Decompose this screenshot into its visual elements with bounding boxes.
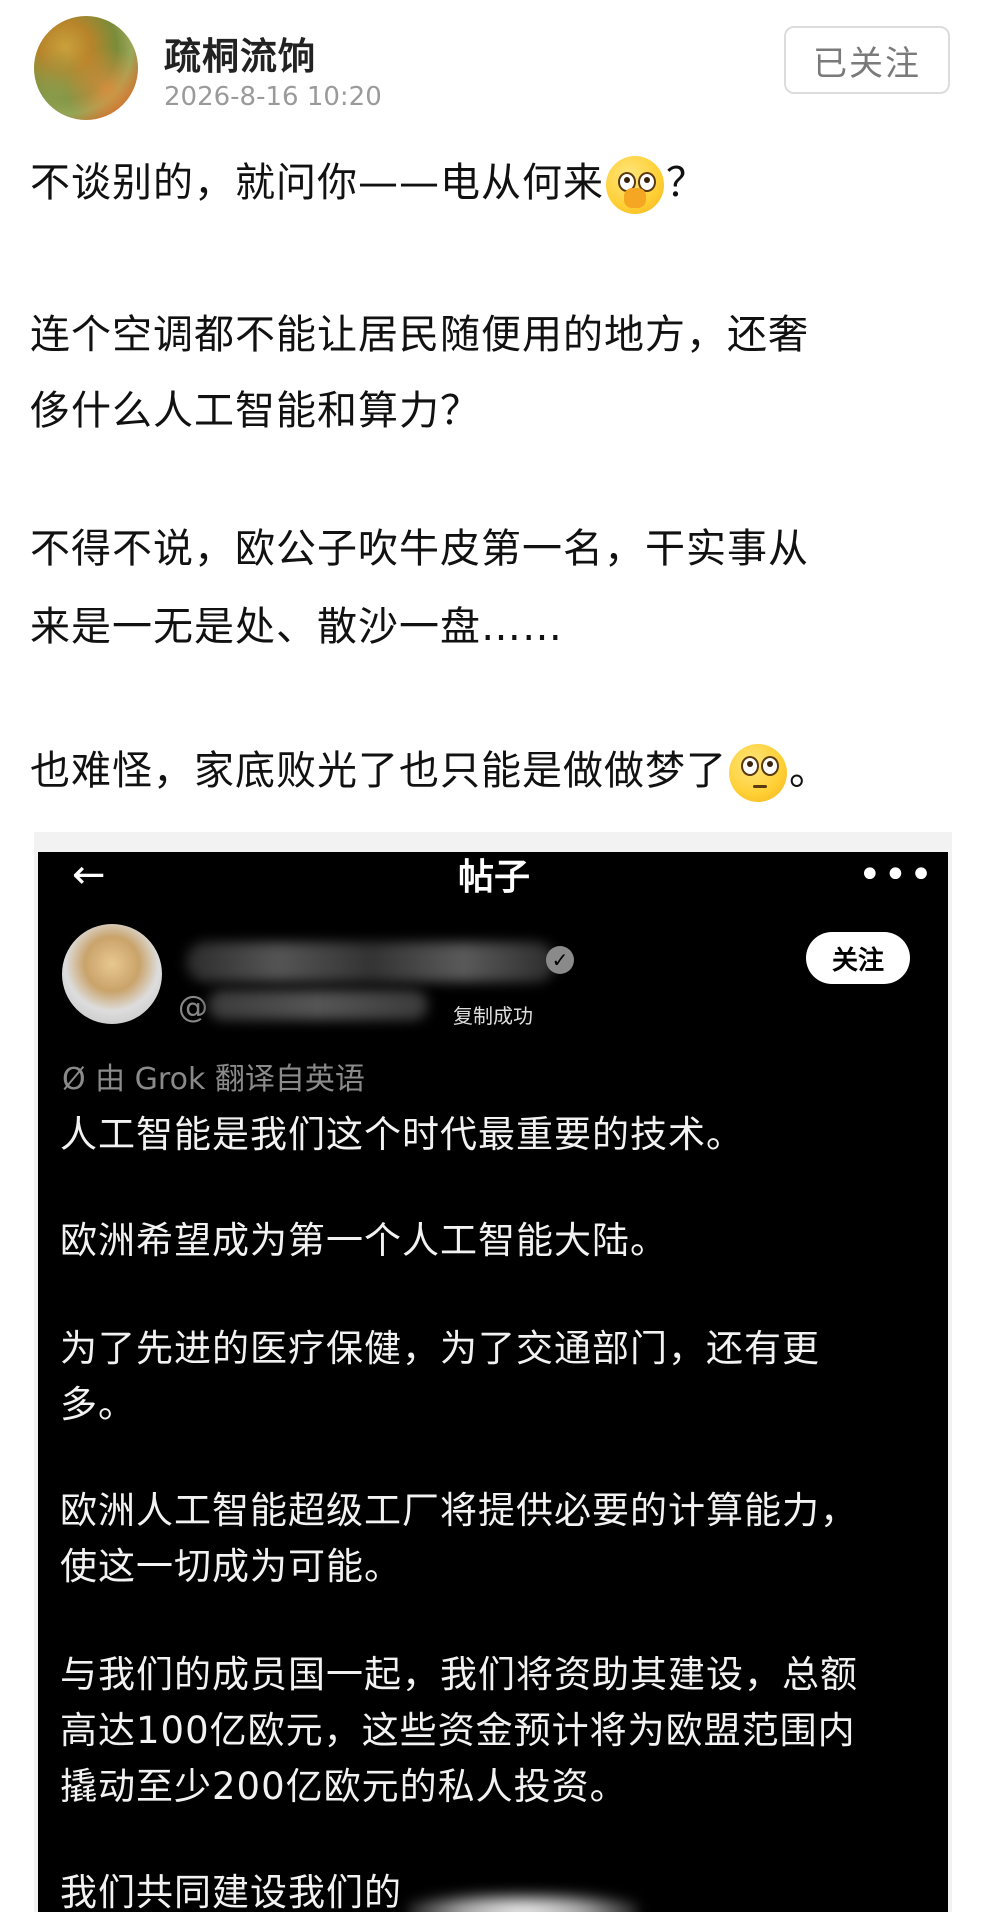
blurred-handle [208,990,428,1020]
embedded-follow-button: 关注 [806,932,910,984]
post-text: ？ [666,160,707,206]
embedded-screenshot[interactable]: ← 帖子 ••• ✓ @ 复制成功 关注 Ø 由 Grok 翻译自英语 人工智能… [38,852,948,1912]
translation-note: Ø 由 Grok 翻译自英语 [62,1062,365,1097]
post-line-1: 不谈别的，就问你——电从何来 ？ [30,150,707,214]
following-button[interactable]: 已关注 [784,26,950,94]
embedded-line: 多。 [60,1383,136,1426]
embedded-line: 与我们的成员国一起，我们将资助其建设，总额 [60,1653,858,1696]
copied-toast: 复制成功 [453,1004,533,1028]
back-arrow-icon: ← [72,852,106,898]
post-text: 。 [789,748,830,794]
embedded-line: 欧洲人工智能超级工厂将提供必要的计算能力， [60,1489,858,1532]
blurred-name [186,942,556,982]
post-line-2: 连个空调都不能让居民随便用的地方，还奢 [30,312,809,358]
embedded-line: 高达100亿欧元，这些资金预计将为欧盟范围内 [60,1709,856,1752]
embedded-line: 为了先进的医疗保健，为了交通部门，还有更 [60,1327,820,1370]
user-avatar[interactable] [34,16,138,120]
verified-icon: ✓ [546,946,574,974]
embedded-line: 人工智能是我们这个时代最重要的技术。 [60,1113,744,1156]
shushing-face-icon [606,156,664,214]
post-timestamp: 2026-8-16 10:20 [164,82,382,112]
embedded-line: 我们共同建设我们的 [60,1871,402,1912]
blurred-text [408,1892,638,1912]
post-line-3: 侈什么人工智能和算力？ [30,388,481,434]
handle-prefix: @ [178,990,208,1025]
post-line-4: 不得不说，欧公子吹牛皮第一名，干实事从 [30,526,809,572]
post-text: 也难怪，家底败光了也只能是做做梦了 [30,748,727,794]
post-line-6: 也难怪，家底败光了也只能是做做梦了 。 [30,738,830,802]
post-line-5: 来是一无是处、散沙一盘…… [30,604,563,650]
eye-roll-face-icon [729,744,787,802]
embedded-line: 欧洲希望成为第一个人工智能大陆。 [60,1219,668,1262]
embedded-line: 撬动至少200亿欧元的私人投资。 [60,1765,628,1808]
username[interactable]: 疏桐流饷 [164,26,316,80]
embedded-avatar [62,924,162,1024]
embedded-line: 使这一切成为可能。 [60,1545,402,1588]
more-icon: ••• [858,852,935,898]
embedded-title: 帖子 [458,857,531,898]
post-text: 不谈别的，就问你——电从何来 [30,160,604,206]
